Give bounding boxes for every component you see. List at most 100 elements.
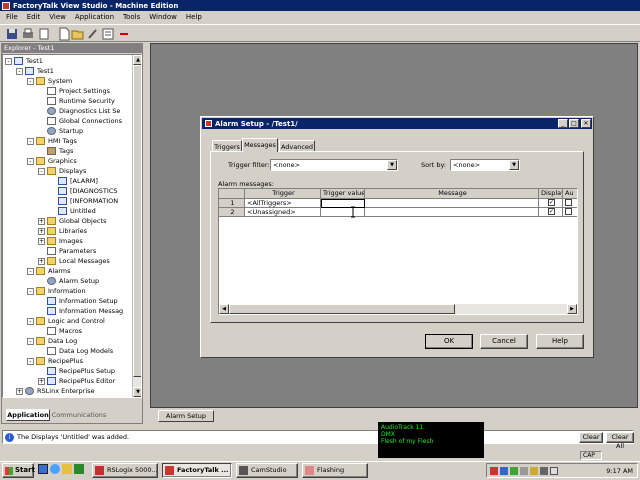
ie-icon[interactable] — [50, 464, 60, 474]
cell-au[interactable] — [563, 208, 577, 217]
menu-edit[interactable]: Edit — [27, 13, 41, 21]
trigger-filter-select[interactable]: <none> ▼ — [270, 159, 398, 171]
clear-all-button[interactable]: Clear All — [606, 432, 634, 450]
tree-item[interactable]: RecipePlus Setup — [38, 366, 115, 376]
tree-item[interactable]: + Images — [38, 236, 83, 246]
tree-item[interactable]: - Logic and Control — [27, 316, 105, 326]
explorer-tree[interactable]: ▲ ▼ - Test1- Test1- System Project Settings R… — [2, 54, 142, 398]
collapse-icon[interactable]: - — [27, 357, 34, 365]
cell-display[interactable]: ✓ — [539, 199, 563, 208]
menu-tools[interactable]: Tools — [123, 13, 140, 21]
tree-item[interactable]: [DIAGNOSTICS — [49, 186, 117, 196]
row-number[interactable]: 2 — [219, 208, 245, 217]
cell-message[interactable] — [365, 208, 539, 217]
scroll-right-button[interactable]: ▶ — [567, 304, 577, 314]
cell-trigger-value[interactable] — [321, 208, 365, 217]
au-checkbox[interactable] — [565, 208, 572, 215]
expand-icon[interactable]: + — [38, 227, 45, 235]
collapse-icon[interactable]: - — [27, 157, 34, 165]
minimize-button[interactable]: _ — [558, 119, 568, 128]
help-button[interactable]: Help — [536, 334, 584, 349]
task-factorytalk[interactable]: FactoryTalk ... — [162, 463, 232, 478]
menu-file[interactable]: File — [6, 13, 18, 21]
col-header-message[interactable]: Message — [365, 189, 539, 199]
collapse-icon[interactable]: - — [27, 337, 34, 345]
menu-application[interactable]: Application — [75, 13, 114, 21]
explorer-scrollbar[interactable]: ▲ ▼ — [132, 55, 141, 397]
collapse-icon[interactable]: - — [38, 167, 45, 175]
scroll-up-button[interactable]: ▲ — [133, 55, 141, 65]
chevron-down-icon[interactable]: ▼ — [387, 160, 397, 170]
collapse-icon[interactable]: - — [5, 57, 12, 65]
collapse-icon[interactable]: - — [27, 77, 34, 85]
tray-icon-6[interactable] — [540, 466, 548, 475]
collapse-icon[interactable]: - — [27, 137, 34, 145]
start-button[interactable]: Start — [2, 463, 35, 478]
cell-trigger[interactable]: <AllTriggers> — [245, 199, 321, 208]
au-checkbox[interactable] — [565, 199, 572, 206]
tools-icon[interactable] — [86, 27, 100, 41]
col-header-trigger[interactable]: Trigger — [245, 189, 321, 199]
save-icon[interactable] — [5, 27, 19, 41]
collapse-icon[interactable]: - — [27, 287, 34, 295]
tree-item[interactable]: Macros — [38, 326, 82, 336]
print-icon[interactable] — [21, 27, 35, 41]
tree-view-icon[interactable] — [101, 27, 115, 41]
tree-item[interactable]: + Local Messages — [38, 256, 110, 266]
chevron-down-icon[interactable]: ▼ — [509, 160, 519, 170]
tray-icon-2[interactable] — [500, 466, 508, 475]
cell-trigger[interactable]: <Unassigned> — [245, 208, 321, 217]
col-header-au[interactable]: Au — [563, 189, 577, 199]
tree-item[interactable]: - Data Log — [27, 336, 77, 346]
tree-item[interactable]: - Graphics — [27, 156, 77, 166]
outlook-icon[interactable] — [62, 464, 72, 474]
cell-display[interactable]: ✓ — [539, 208, 563, 217]
desktop-icon[interactable] — [38, 464, 48, 474]
print-preview-icon[interactable] — [37, 27, 51, 41]
tree-item[interactable]: Runtime Security — [38, 96, 115, 106]
collapse-icon[interactable]: - — [16, 67, 23, 75]
cell-trigger-value-selected[interactable] — [321, 199, 365, 208]
tray-icon-4[interactable] — [520, 466, 528, 475]
tab-application[interactable]: Application — [6, 409, 50, 421]
tree-item[interactable]: [INFORMATION — [49, 196, 118, 206]
tree-item[interactable]: Tags — [38, 146, 73, 156]
col-header-trigger-value[interactable]: Trigger value — [321, 189, 365, 199]
tree-item[interactable]: Project Settings — [38, 86, 110, 96]
task-flashing[interactable]: Flashing — [302, 463, 368, 478]
collapse-icon[interactable]: - — [27, 267, 34, 275]
tree-item[interactable]: - Information — [27, 286, 86, 296]
media-icon[interactable] — [74, 464, 84, 474]
clock[interactable]: 9:17 AM — [606, 467, 637, 475]
expand-icon[interactable]: + — [38, 377, 45, 385]
tab-communications[interactable]: Communications — [51, 410, 107, 421]
scroll-left-button[interactable]: ◀ — [219, 304, 229, 314]
grid-h-scrollbar[interactable]: ◀ ▶ — [219, 304, 577, 314]
cancel-button[interactable]: Cancel — [480, 334, 528, 349]
tree-item[interactable]: Diagnostics List Se — [38, 106, 120, 116]
expand-icon[interactable]: + — [38, 217, 45, 225]
close-button[interactable]: ✕ — [581, 119, 591, 128]
tree-item[interactable]: - Alarms — [27, 266, 71, 276]
cell-au[interactable] — [563, 199, 577, 208]
tree-item[interactable]: [ALARM] — [49, 176, 98, 186]
mdi-task-alarm-setup[interactable]: Alarm Setup — [158, 410, 214, 422]
tree-item[interactable]: - Displays — [38, 166, 86, 176]
tree-item[interactable]: + Libraries — [38, 226, 87, 236]
alarm-messages-grid[interactable]: Trigger Trigger value Message Display Au… — [218, 188, 578, 315]
maximize-button[interactable]: □ — [569, 119, 579, 128]
tree-item[interactable]: + RecipePlus Editor — [38, 376, 115, 386]
h-scroll-thumb[interactable] — [229, 304, 455, 314]
display-checkbox[interactable]: ✓ — [548, 199, 555, 206]
display-checkbox[interactable]: ✓ — [548, 208, 555, 215]
clear-button[interactable]: Clear — [579, 432, 603, 443]
tree-item[interactable]: Data Log Models — [38, 346, 113, 356]
task-camstudio[interactable]: CamStudio — [236, 463, 298, 478]
menu-help[interactable]: Help — [186, 13, 202, 21]
tree-item[interactable]: - HMI Tags — [27, 136, 77, 146]
tree-item[interactable]: - Test1 — [5, 56, 43, 66]
tray-icon-3[interactable] — [510, 466, 518, 475]
new-icon[interactable] — [57, 27, 71, 41]
row-number[interactable]: 1 — [219, 199, 245, 208]
expand-icon[interactable]: + — [38, 237, 45, 245]
